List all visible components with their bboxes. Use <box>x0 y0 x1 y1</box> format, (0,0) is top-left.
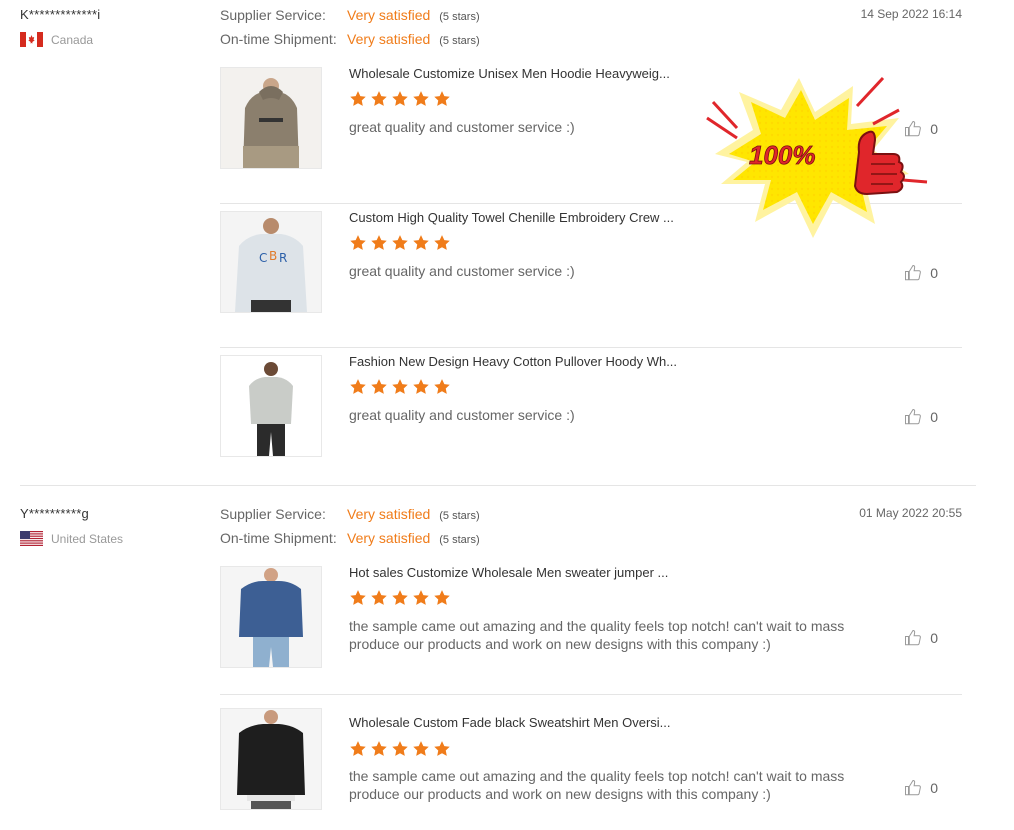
star-icon <box>413 235 429 250</box>
badge-text: 100% <box>749 140 816 170</box>
rating-value: Very satisfied <box>347 506 431 522</box>
star-rating <box>349 589 451 607</box>
like-count: 0 <box>930 409 938 425</box>
product-title[interactable]: Wholesale Customize Unisex Men Hoodie He… <box>349 66 689 81</box>
star-icon <box>371 379 387 394</box>
thumbs-up-icon <box>905 630 922 646</box>
star-icon <box>434 235 450 250</box>
star-icon <box>413 590 429 605</box>
like-button[interactable]: 0 <box>904 408 938 426</box>
like-button[interactable]: 0 <box>904 779 938 797</box>
star-icon <box>350 91 366 106</box>
product-thumbnail[interactable] <box>220 355 322 457</box>
star-icon <box>371 741 387 756</box>
product-thumbnail[interactable] <box>220 708 322 810</box>
star-icon <box>392 741 408 756</box>
star-rating <box>349 90 451 108</box>
satisfaction-badge: 100% <box>703 72 933 242</box>
product-title[interactable]: Fashion New Design Heavy Cotton Pullover… <box>349 354 689 369</box>
country-label: Canada <box>51 32 94 47</box>
buyer-name: Y**********g <box>20 506 89 521</box>
product-thumbnail[interactable]: C B R <box>220 211 322 313</box>
review-date: 01 May 2022 20:55 <box>859 506 962 520</box>
service-ratings: Supplier Service: Very satisfied (5 star… <box>220 506 480 554</box>
rating-stars-text: (5 stars) <box>439 35 480 47</box>
rating-value: Very satisfied <box>347 530 431 546</box>
like-count: 0 <box>930 780 938 796</box>
hoodie-image-icon <box>221 68 321 168</box>
review-date: 14 Sep 2022 16:14 <box>860 7 962 21</box>
rating-value: Very satisfied <box>347 7 431 23</box>
buyer-country: United States <box>20 531 123 546</box>
thumbs-up-icon <box>905 780 922 796</box>
sweatshirt-image-icon: C B R <box>221 212 321 312</box>
us-flag-icon <box>20 531 43 546</box>
review-text: great quality and customer service :) <box>349 407 575 423</box>
product-review: Hot sales Customize Wholesale Men sweate… <box>220 559 962 695</box>
product-thumbnail[interactable] <box>220 67 322 169</box>
product-title[interactable]: Custom High Quality Towel Chenille Embro… <box>349 210 689 225</box>
star-icon <box>371 235 387 250</box>
star-icon <box>413 91 429 106</box>
star-icon <box>392 91 408 106</box>
star-icon <box>392 590 408 605</box>
canada-flag-icon <box>20 32 43 47</box>
product-review: Fashion New Design Heavy Cotton Pullover… <box>220 348 962 491</box>
product-review: Wholesale Custom Fade black Sweatshirt M… <box>220 695 962 830</box>
review-text: the sample came out amazing and the qual… <box>349 768 845 802</box>
star-icon <box>434 379 450 394</box>
review-divider <box>20 485 976 486</box>
thumbs-up-icon <box>905 409 922 425</box>
like-button[interactable]: 0 <box>904 629 938 647</box>
buyer-name: K*************i <box>20 7 101 22</box>
svg-text:C: C <box>259 251 267 265</box>
black-sweatshirt-image-icon <box>221 709 321 809</box>
star-icon <box>392 235 408 250</box>
star-icon <box>434 590 450 605</box>
star-icon <box>434 741 450 756</box>
product-title[interactable]: Wholesale Custom Fade black Sweatshirt M… <box>349 715 689 730</box>
product-thumbnail[interactable] <box>220 566 322 668</box>
thumbs-up-icon <box>905 265 922 281</box>
star-rating <box>349 740 451 758</box>
review-text: the sample came out amazing and the qual… <box>349 618 845 652</box>
product-title[interactable]: Hot sales Customize Wholesale Men sweate… <box>349 565 689 580</box>
rating-stars-text: (5 stars) <box>439 534 480 546</box>
pullover-image-icon <box>221 356 321 456</box>
sweater-image-icon <box>221 567 321 667</box>
svg-text:B: B <box>269 249 277 263</box>
rating-stars-text: (5 stars) <box>439 510 480 522</box>
star-rating <box>349 378 451 396</box>
star-icon <box>371 590 387 605</box>
star-icon <box>350 235 366 250</box>
svg-text:R: R <box>279 251 287 265</box>
star-icon <box>371 91 387 106</box>
supplier-service-row: Supplier Service: Very satisfied (5 star… <box>220 506 480 530</box>
rating-value: Very satisfied <box>347 31 431 47</box>
star-icon <box>350 379 366 394</box>
star-icon <box>413 741 429 756</box>
rating-label: Supplier Service: <box>220 506 326 522</box>
like-button[interactable]: 0 <box>904 264 938 282</box>
star-icon <box>434 91 450 106</box>
star-icon <box>350 741 366 756</box>
review-text: great quality and customer service :) <box>349 263 575 279</box>
star-rating <box>349 234 451 252</box>
shipment-row: On-time Shipment: Very satisfied (5 star… <box>220 530 480 554</box>
star-icon <box>350 590 366 605</box>
star-icon <box>413 379 429 394</box>
star-icon <box>392 379 408 394</box>
service-ratings: Supplier Service: Very satisfied (5 star… <box>220 7 480 55</box>
like-count: 0 <box>930 630 938 646</box>
like-count: 0 <box>930 265 938 281</box>
buyer-country: Canada <box>20 32 93 47</box>
rating-label: On-time Shipment: <box>220 530 337 546</box>
rating-stars-text: (5 stars) <box>439 11 480 23</box>
rating-label: On-time Shipment: <box>220 31 337 47</box>
supplier-service-row: Supplier Service: Very satisfied (5 star… <box>220 7 480 31</box>
country-label: United States <box>51 531 124 546</box>
product-list: Hot sales Customize Wholesale Men sweate… <box>220 559 962 830</box>
rating-label: Supplier Service: <box>220 7 326 23</box>
shipment-row: On-time Shipment: Very satisfied (5 star… <box>220 31 480 55</box>
